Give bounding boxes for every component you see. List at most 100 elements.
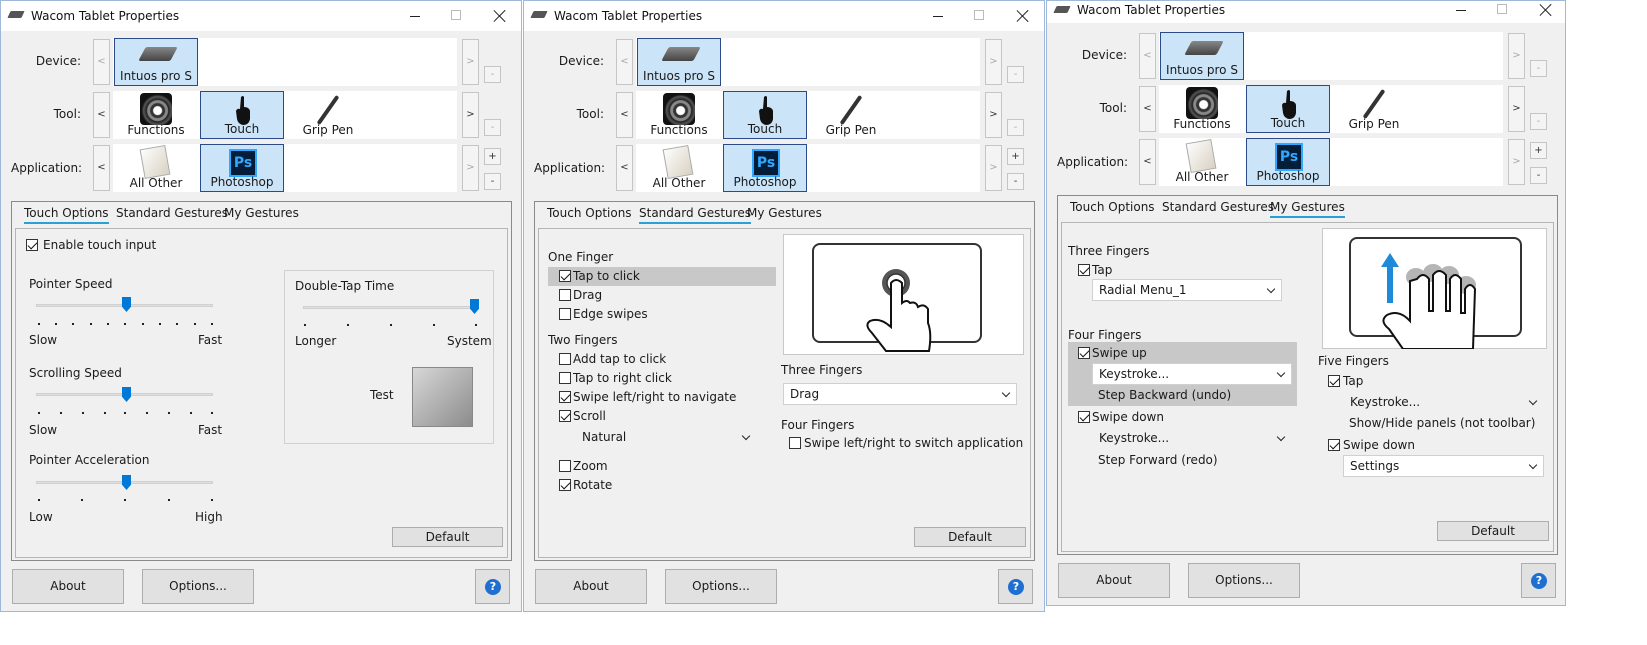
close-icon[interactable] [1016,9,1030,23]
app-all-other[interactable]: All Other [1160,138,1244,186]
options-button[interactable]: Options... [665,569,777,604]
tool-grip-pen[interactable]: Grip Pen [809,91,893,139]
tool-touch[interactable]: Touch [1246,85,1330,133]
three-fingers-select[interactable]: Drag [783,383,1017,405]
five-swipe-down-action-select[interactable]: Settings [1343,455,1544,477]
about-button[interactable]: About [535,569,647,604]
device-prev-button[interactable]: < [93,39,110,85]
tool-next-button[interactable]: > [1508,86,1525,132]
tool-functions[interactable]: Functions [1160,85,1244,133]
options-button[interactable]: Options... [142,569,254,604]
tool-prev-button[interactable]: < [1139,86,1156,132]
tab-my-gestures[interactable]: My Gestures [747,206,822,220]
app-next-button[interactable]: > [1508,139,1525,185]
device-remove-button[interactable]: - [1530,60,1547,77]
app-all-other[interactable]: All Other [637,144,721,192]
app-next-button[interactable]: > [462,145,479,191]
swipe-down-checkbox[interactable] [1078,411,1090,423]
device-next-button[interactable]: > [462,39,479,85]
app-remove-button[interactable]: - [1530,167,1547,184]
tool-functions[interactable]: Functions [637,91,721,139]
tap-to-click-checkbox[interactable] [559,270,571,282]
minimize-icon[interactable] [410,16,420,17]
swipe-up-checkbox[interactable] [1078,347,1090,359]
app-add-button[interactable]: + [1530,142,1547,159]
help-button[interactable]: ? [998,569,1033,604]
edge-swipes-checkbox[interactable] [559,308,571,320]
tab-touch-options[interactable]: Touch Options [24,206,109,224]
app-add-button[interactable]: + [484,148,501,165]
swipe-navigate-checkbox[interactable] [559,391,571,403]
tool-remove-button[interactable]: - [1007,119,1024,136]
minimize-icon[interactable] [1456,10,1466,11]
tab-standard-gestures[interactable]: Standard Gestures [1162,200,1274,214]
three-tap-checkbox[interactable] [1078,264,1090,276]
double-tap-slider[interactable] [470,299,479,314]
device-prev-button[interactable]: < [1139,33,1156,79]
test-pad[interactable] [412,367,473,427]
five-swipe-down-checkbox[interactable] [1328,439,1340,451]
tap-right-click-checkbox[interactable] [559,372,571,384]
app-remove-button[interactable]: - [1007,173,1024,190]
device-next-button[interactable]: > [1508,33,1525,79]
device-intuos-pro-s[interactable]: Intuos pro S [114,38,198,86]
tool-next-button[interactable]: > [462,92,479,138]
app-next-button[interactable]: > [985,145,1002,191]
five-tap-checkbox[interactable] [1328,375,1340,387]
tool-touch[interactable]: Touch [723,91,807,139]
device-remove-button[interactable]: - [1007,66,1024,83]
app-remove-button[interactable]: - [484,173,501,190]
close-icon[interactable] [1539,3,1553,17]
close-icon[interactable] [493,9,507,23]
device-intuos-pro-s[interactable]: Intuos pro S [637,38,721,86]
tab-standard-gestures[interactable]: Standard Gestures [116,206,228,220]
help-button[interactable]: ? [1521,563,1556,598]
tool-grip-pen[interactable]: Grip Pen [286,91,370,139]
rotate-checkbox[interactable] [559,479,571,491]
scroll-checkbox[interactable] [559,410,571,422]
app-photoshop[interactable]: Ps Photoshop [200,144,284,192]
tool-prev-button[interactable]: < [616,92,633,138]
zoom-checkbox[interactable] [559,460,571,472]
default-button[interactable]: Default [392,527,503,547]
app-photoshop[interactable]: Ps Photoshop [1246,138,1330,186]
tool-functions[interactable]: Functions [114,91,198,139]
tab-touch-options[interactable]: Touch Options [547,206,632,220]
pointer-speed-slider[interactable] [122,297,131,312]
scroll-direction-select[interactable]: Natural [575,426,757,448]
tool-remove-button[interactable]: - [484,119,501,136]
options-button[interactable]: Options... [1188,563,1300,598]
five-tap-action-select[interactable]: Keystroke... [1343,391,1544,413]
device-intuos-pro-s[interactable]: Intuos pro S [1160,32,1244,80]
pointer-accel-slider[interactable] [122,475,131,490]
tool-touch[interactable]: Touch [200,91,284,139]
enable-touch-checkbox[interactable] [26,239,38,251]
tab-standard-gestures[interactable]: Standard Gestures [639,206,751,224]
tab-touch-options[interactable]: Touch Options [1070,200,1155,214]
three-tap-action-select[interactable]: Radial Menu_1 [1092,279,1282,301]
about-button[interactable]: About [12,569,124,604]
tool-prev-button[interactable]: < [93,92,110,138]
help-button[interactable]: ? [475,569,510,604]
swipe-up-action-select[interactable]: Keystroke... [1092,363,1292,385]
drag-checkbox[interactable] [559,289,571,301]
tool-remove-button[interactable]: - [1530,113,1547,130]
device-remove-button[interactable]: - [484,66,501,83]
app-add-button[interactable]: + [1007,148,1024,165]
device-next-button[interactable]: > [985,39,1002,85]
minimize-icon[interactable] [933,16,943,17]
tab-my-gestures[interactable]: My Gestures [224,206,299,220]
app-prev-button[interactable]: < [93,145,110,191]
device-prev-button[interactable]: < [616,39,633,85]
app-photoshop[interactable]: Ps Photoshop [723,144,807,192]
scrolling-speed-slider[interactable] [122,387,131,402]
tool-grip-pen[interactable]: Grip Pen [1332,85,1416,133]
app-all-other[interactable]: All Other [114,144,198,192]
default-button[interactable]: Default [1437,521,1549,541]
app-prev-button[interactable]: < [1139,139,1156,185]
swipe-switch-checkbox[interactable] [789,437,801,449]
add-tap-checkbox[interactable] [559,353,571,365]
swipe-down-action-select[interactable]: Keystroke... [1092,427,1292,449]
default-button[interactable]: Default [914,527,1026,547]
about-button[interactable]: About [1058,563,1170,598]
